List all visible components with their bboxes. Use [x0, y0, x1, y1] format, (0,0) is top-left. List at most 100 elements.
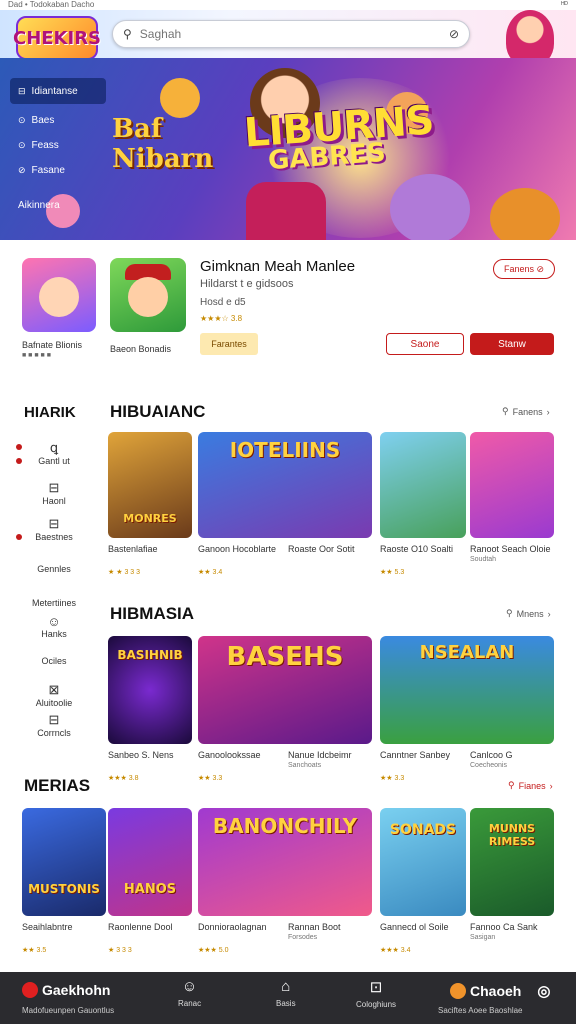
leftnav-item[interactable]: ꝗ Gantl ut: [14, 440, 94, 466]
card-meta: ★★★ 3.8: [108, 775, 139, 782]
brand-icon: [22, 982, 38, 998]
game-card[interactable]: MUSTONIS: [22, 808, 106, 916]
card-art-text: MUNNS RIMESS: [488, 822, 536, 848]
menu-label: Feass: [31, 140, 59, 151]
featured-primary-button[interactable]: Stanw: [470, 333, 554, 355]
card-meta: Soudtah: [470, 556, 497, 563]
card-meta: ★★ 3.5: [22, 947, 47, 954]
chevron-right-icon: ›: [547, 608, 551, 619]
menu-label: Baes: [31, 115, 55, 126]
more-label: Fanens: [512, 406, 543, 417]
card-title: Raoste O10 Soalti: [380, 544, 454, 554]
section-1-title: HIBUAIANC: [110, 402, 206, 421]
featured-secondary-button[interactable]: Saone: [386, 333, 464, 355]
more-label: Mnens: [516, 608, 544, 619]
leftnav-icon: ⊟: [48, 712, 60, 727]
leftnav-label: Metertiines: [31, 598, 76, 608]
leftnav-item[interactable]: Ociles: [14, 656, 94, 666]
bottom-brand[interactable]: Gaekhohn: [22, 982, 110, 998]
card-art-text: HANOS: [123, 882, 177, 897]
leftnav-icon: ⊟: [48, 480, 60, 495]
brand-label: Chaoeh: [470, 983, 522, 999]
mic-icon[interactable]: ⊘: [449, 27, 459, 41]
featured-thumb-2-label: Baeon Bonadis: [110, 344, 172, 354]
card-title: Nanue Idcbeimr: [288, 750, 352, 760]
leftnav-item[interactable]: Gennles: [14, 564, 94, 574]
featured-thumb-1-label: Bafnate Blionis: [22, 340, 83, 350]
leftnav-item[interactable]: ⊟ Baestnes: [14, 516, 94, 542]
leftnav-label: Hanks: [41, 629, 67, 639]
game-card[interactable]: NSEALAN: [380, 636, 554, 744]
section-1-more[interactable]: ⚲ Fanens ›: [502, 406, 550, 417]
leftnav-item[interactable]: ☺ Hanks: [14, 614, 94, 639]
bottom-nav-bar: Gaekhohn Madofueunpen Gauontlus ☺ Ranac ⌂…: [0, 972, 576, 1024]
card-meta: Sanchoats: [288, 762, 322, 769]
face-icon: ☺: [181, 978, 198, 995]
game-card[interactable]: SONADS: [380, 808, 466, 916]
leftnav-icon: ⊟: [48, 516, 60, 531]
character-face: [39, 277, 79, 317]
search-bar[interactable]: ⚲ ⊘: [112, 20, 470, 48]
leftnav-label: Ociles: [41, 656, 67, 666]
card-art-text: MONRES: [123, 512, 177, 525]
hero-banner[interactable]: ⊟ Idiantanse ⊙ Baes ⊙ Feass ⊘ Fasane Aikinne…: [0, 58, 576, 240]
hero-mascot-rabbit: [390, 174, 470, 240]
library-icon: ⊡: [369, 979, 383, 996]
bottom-right-brand[interactable]: Chaoeh ◎: [450, 982, 550, 1000]
brand-icon: [450, 983, 466, 999]
menu-icon: ⊘: [18, 165, 26, 175]
bottom-nav-item[interactable]: ⊡ Cologhiuns: [356, 978, 396, 1009]
nav-label: Ranac: [178, 999, 202, 1008]
hero-subtitle: Baf Nibarn: [112, 114, 213, 174]
game-card[interactable]: [470, 432, 554, 538]
card-title: Seaihlabntre: [22, 922, 73, 932]
featured-pill-button[interactable]: Fanens ⊘: [493, 259, 555, 279]
bottom-nav-item[interactable]: ⌂ Basis: [276, 978, 296, 1008]
search-icon: ⚲: [502, 406, 509, 416]
featured-subtitle-2: Hosd e d5: [200, 297, 246, 308]
leftnav-item[interactable]: Metertiines: [14, 598, 94, 608]
leftnav-item[interactable]: ⊠ Aluitoolie: [14, 682, 94, 708]
nav-label: Cologhiuns: [356, 1000, 397, 1009]
chat-icon[interactable]: ◎: [537, 982, 550, 1000]
menu-icon: ⊟: [18, 85, 26, 96]
game-card[interactable]: MUNNS RIMESS: [470, 808, 554, 916]
card-meta: ★★ 3.3: [198, 775, 223, 782]
game-card[interactable]: BASEHS: [198, 636, 372, 744]
game-card[interactable]: MONRES: [108, 432, 192, 538]
leftnav-label: Baestnes: [35, 532, 73, 542]
card-meta: ★ 3 3 3: [108, 947, 132, 954]
featured-thumb-1[interactable]: [22, 258, 96, 332]
game-card[interactable]: BANONCHILY: [198, 808, 372, 916]
hero-menu-item[interactable]: ⊘ Fasane: [10, 158, 106, 183]
menu-label: Fasane: [31, 165, 65, 176]
game-card[interactable]: IOTELIINS: [198, 432, 372, 538]
game-card[interactable]: HANOS: [108, 808, 192, 916]
leftnav-label: Gantl ut: [38, 456, 70, 466]
hero-character-body: [246, 182, 326, 240]
search-input[interactable]: [139, 27, 441, 41]
menu-icon: ⊙: [18, 115, 26, 125]
featured-tag[interactable]: Farantes: [200, 333, 258, 355]
hero-sub-line1: Baf: [112, 114, 163, 144]
featured-thumb-2[interactable]: [110, 258, 186, 332]
hero-menu-item[interactable]: ⊟ Idiantanse: [10, 78, 106, 104]
card-title: Canntner Sanbey: [380, 750, 451, 760]
hero-menu-item[interactable]: ⊙ Baes: [10, 108, 106, 133]
card-meta: ★★★ 3.4: [380, 947, 411, 954]
hero-menu-item[interactable]: ⊙ Feass: [10, 133, 106, 158]
card-meta: ★★★ 5.0: [198, 947, 229, 954]
game-card[interactable]: BASIHNIB: [108, 636, 192, 744]
section-3-more[interactable]: ⚲ Fianes ›: [508, 780, 553, 791]
bottom-nav-item[interactable]: ☺ Ranac: [178, 978, 201, 1008]
hero-side-menu: ⊟ Idiantanse ⊙ Baes ⊙ Feass ⊘ Fasane Aikinne…: [10, 78, 106, 238]
bottom-brand-sub: Madofueunpen Gauontlus: [22, 1006, 115, 1015]
leftnav-icon: ⊠: [48, 682, 60, 697]
hero-menu-item[interactable]: Aikinnera: [10, 193, 106, 218]
leftnav-item[interactable]: ⊟ Haonl: [14, 480, 94, 506]
section-2-more[interactable]: ⚲ Mnens ›: [506, 608, 551, 619]
leftnav-item[interactable]: ⊟ Corrncls: [14, 712, 94, 738]
leftnav-label: Gennles: [37, 564, 71, 574]
game-card[interactable]: [380, 432, 466, 538]
app-logo[interactable]: CHEKIRS: [13, 16, 101, 60]
